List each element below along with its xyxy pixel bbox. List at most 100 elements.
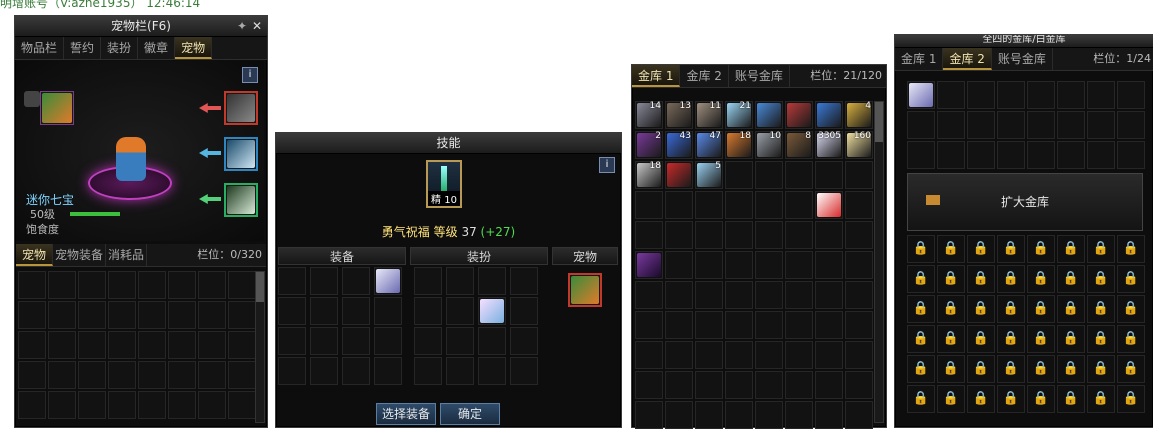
vault-slot[interactable]: [785, 311, 813, 339]
pet-inventory-slot[interactable]: [108, 301, 136, 329]
tab-vault-2[interactable]: 金库 2: [680, 65, 729, 87]
vault-slot[interactable]: [845, 281, 873, 309]
account-vault-slot[interactable]: [937, 81, 965, 109]
vault-slot[interactable]: [635, 221, 663, 249]
pet-inventory-slot[interactable]: [138, 331, 166, 359]
pet-equip-slot-red[interactable]: [224, 91, 258, 125]
vault-slot[interactable]: [815, 251, 843, 279]
pet-inventory-slot[interactable]: [48, 301, 76, 329]
vault-slot[interactable]: [665, 221, 693, 249]
tab-avatar[interactable]: 装扮: [101, 37, 139, 59]
vault-slot[interactable]: [755, 101, 783, 129]
tab-acc-vault-2[interactable]: 金库 2: [943, 48, 992, 70]
vault-slot[interactable]: [695, 341, 723, 369]
skill-window-titlebar[interactable]: 技能: [276, 133, 621, 154]
avatar-slot[interactable]: [478, 297, 506, 325]
vault-slot[interactable]: [785, 401, 813, 429]
vault-slot[interactable]: [695, 251, 723, 279]
avatar-slot[interactable]: [414, 357, 442, 385]
pet-inventory-slot[interactable]: [198, 331, 226, 359]
avatar-slot[interactable]: [446, 357, 474, 385]
pet-inventory-slot[interactable]: [78, 301, 106, 329]
vault-slot[interactable]: [815, 161, 843, 189]
equipment-slot[interactable]: [310, 297, 338, 325]
vault-slot[interactable]: [695, 401, 723, 429]
vault-slot[interactable]: [815, 341, 843, 369]
avatar-slot[interactable]: [478, 327, 506, 355]
vault-scrollbar[interactable]: [874, 101, 884, 423]
vault-slot[interactable]: 18: [635, 161, 663, 189]
skill-info-icon[interactable]: i: [599, 157, 615, 173]
pet-inventory-slot[interactable]: [168, 391, 196, 419]
account-vault-slot[interactable]: [997, 141, 1025, 169]
tab-pets[interactable]: 宠物: [16, 244, 54, 266]
equipment-slot[interactable]: [374, 327, 402, 355]
avatar-slot[interactable]: [446, 267, 474, 295]
pet-inventory-slot[interactable]: [48, 331, 76, 359]
vault-slot[interactable]: 11: [695, 101, 723, 129]
vault-slot[interactable]: [755, 251, 783, 279]
vault-slot[interactable]: [785, 101, 813, 129]
vault-slot[interactable]: [725, 191, 753, 219]
vault-slot[interactable]: 160: [845, 131, 873, 159]
close-icon[interactable]: ✕: [252, 16, 262, 36]
vault-slot[interactable]: [665, 161, 693, 189]
vault-slot[interactable]: [785, 371, 813, 399]
pet-inventory-slot[interactable]: [78, 361, 106, 389]
vault-slot[interactable]: 18: [725, 131, 753, 159]
vault-slot[interactable]: [845, 401, 873, 429]
vault-slot[interactable]: [755, 191, 783, 219]
pet-inventory-slot[interactable]: [138, 361, 166, 389]
vault-slot[interactable]: [665, 281, 693, 309]
vault-slot[interactable]: [785, 221, 813, 249]
vault-slot[interactable]: 5: [695, 161, 723, 189]
equipment-slot[interactable]: [342, 327, 370, 355]
equipment-slot[interactable]: [278, 327, 306, 355]
vault-slot[interactable]: 3305: [815, 131, 843, 159]
equipment-slot[interactable]: [310, 357, 338, 385]
vault-slot[interactable]: 13: [665, 101, 693, 129]
vault-slot[interactable]: [815, 221, 843, 249]
vault-slot[interactable]: 43: [665, 131, 693, 159]
vault-slot[interactable]: [845, 161, 873, 189]
vault-slot[interactable]: [725, 221, 753, 249]
pet-inventory-slot[interactable]: [138, 391, 166, 419]
account-vault-slot[interactable]: [967, 141, 995, 169]
avatar-slot[interactable]: [510, 357, 538, 385]
avatar-slot[interactable]: [478, 267, 506, 295]
avatar-slot[interactable]: [414, 297, 442, 325]
pet-inventory-slot[interactable]: [168, 271, 196, 299]
equipment-slot[interactable]: [342, 267, 370, 295]
vault-slot[interactable]: [845, 221, 873, 249]
pet-inventory-slot[interactable]: [18, 271, 46, 299]
vault-slot[interactable]: [755, 281, 783, 309]
vault-slot[interactable]: 2: [635, 131, 663, 159]
vault-slot[interactable]: [665, 251, 693, 279]
equipment-slot[interactable]: [278, 267, 306, 295]
tab-vault-1[interactable]: 金库 1: [632, 65, 681, 87]
vault-slot[interactable]: [695, 281, 723, 309]
account-vault-slot[interactable]: [937, 111, 965, 139]
vault-slot[interactable]: [785, 341, 813, 369]
vault-slot[interactable]: 47: [695, 131, 723, 159]
vault-slot[interactable]: [635, 281, 663, 309]
vault-slot[interactable]: [665, 191, 693, 219]
equipment-slot[interactable]: [374, 357, 402, 385]
pet-inventory-slot[interactable]: [198, 301, 226, 329]
vault-slot[interactable]: [785, 251, 813, 279]
vault-slot[interactable]: 10: [755, 131, 783, 159]
account-vault-slot[interactable]: [1117, 111, 1145, 139]
info-icon[interactable]: i: [242, 67, 258, 83]
account-vault-slot[interactable]: [967, 111, 995, 139]
account-vault-slot[interactable]: [907, 81, 935, 109]
vault-slot[interactable]: [755, 311, 783, 339]
pet-inventory-slot[interactable]: [168, 331, 196, 359]
pin-icon[interactable]: ✦: [237, 16, 247, 36]
select-equipment-button[interactable]: 选择装备: [376, 403, 436, 425]
account-vault-slot[interactable]: [1087, 111, 1115, 139]
tab-consumables[interactable]: 消耗品: [106, 244, 148, 266]
pet-equip-slot-blue[interactable]: [224, 137, 258, 171]
pet-inventory-slot[interactable]: [18, 301, 46, 329]
pet-inventory-slot[interactable]: [228, 361, 256, 389]
vault-slot[interactable]: [725, 311, 753, 339]
